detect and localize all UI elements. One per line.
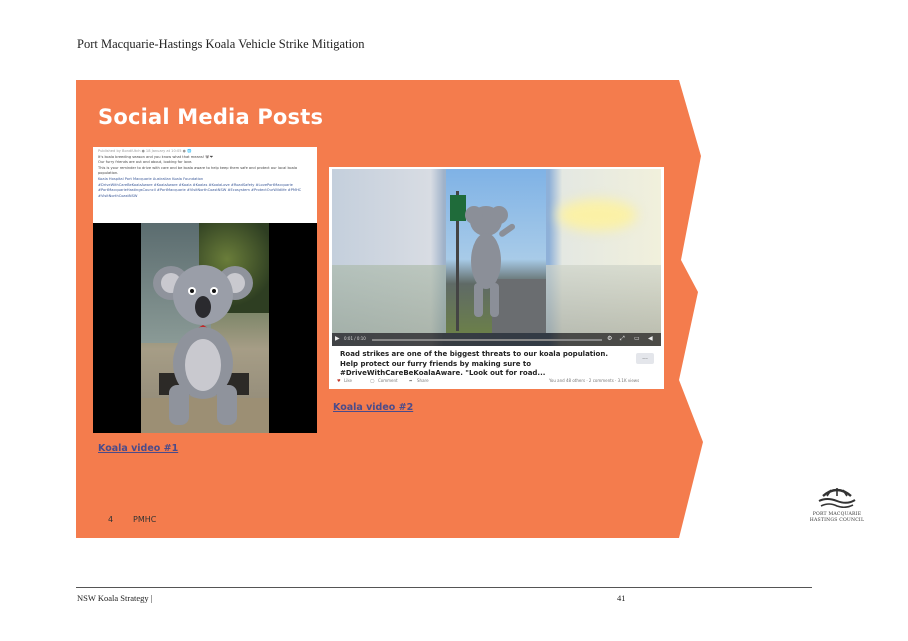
more-options-button[interactable]: ... bbox=[636, 353, 654, 364]
koala-video-player[interactable]: ▶ 0:01 / 0:10 ⚙ ⤢ ▭ ◀ bbox=[332, 169, 661, 346]
fullscreen-icon[interactable]: ⤢ bbox=[620, 335, 625, 343]
embedded-slide: Social Media Posts Published by BondiUtc… bbox=[76, 80, 706, 538]
comment-icon[interactable]: ◯ bbox=[370, 378, 374, 383]
post-1-hashtags[interactable]: #DriveWithCareBeKoalaAware #KoalaAware #… bbox=[98, 183, 312, 200]
koala-mascot-photo bbox=[141, 223, 269, 433]
council-logo-icon bbox=[818, 488, 856, 509]
share-icon[interactable]: ➦ bbox=[409, 378, 412, 383]
picture-in-picture-icon[interactable]: ▭ bbox=[634, 335, 640, 342]
video-controls[interactable]: ▶ 0:01 / 0:10 ⚙ ⤢ ▭ ◀ bbox=[332, 333, 661, 346]
slide-org-label: PMHC bbox=[133, 515, 157, 524]
document-header-title: Port Macquarie-Hastings Koala Vehicle St… bbox=[77, 37, 365, 51]
koala-video-1-link[interactable]: Koala video #1 bbox=[98, 443, 178, 454]
footer-page-number: 41 bbox=[617, 593, 626, 603]
koala-video-2-link[interactable]: Koala video #2 bbox=[333, 402, 413, 413]
facebook-post-1[interactable]: Published by BondiUtch ● 18 January at 1… bbox=[93, 147, 317, 433]
share-button[interactable]: Share bbox=[417, 378, 429, 383]
post-1-text: Published by BondiUtch ● 18 January at 1… bbox=[93, 147, 317, 223]
reaction-summary[interactable]: You and 48 others · 2 comments · 3.1K vi… bbox=[549, 378, 639, 383]
like-icon[interactable]: ♥ bbox=[337, 378, 341, 383]
post-2-caption: Road strikes are one of the biggest thre… bbox=[340, 350, 608, 377]
slide-number: 4 bbox=[108, 515, 114, 524]
koala-mascot-figure bbox=[153, 265, 253, 425]
koala-mascot-video-figure bbox=[450, 191, 516, 331]
slide-title: Social Media Posts bbox=[98, 105, 324, 129]
video-time: 0:01 / 0:10 bbox=[344, 336, 366, 341]
video-blur-highlight bbox=[557, 199, 637, 231]
post-2-actions: ♥ Like ◯ Comment ➦ Share You and 48 othe… bbox=[337, 376, 657, 385]
volume-icon[interactable]: ◀ bbox=[648, 335, 653, 342]
facebook-post-2[interactable]: ▶ 0:01 / 0:10 ⚙ ⤢ ▭ ◀ Road strikes are o… bbox=[329, 167, 664, 389]
footer-rule bbox=[76, 587, 812, 588]
post-1-line: This is your reminder to drive with care… bbox=[98, 165, 298, 176]
video-blur-left bbox=[332, 265, 446, 333]
video-blur-right bbox=[546, 265, 661, 333]
like-button[interactable]: Like bbox=[344, 378, 352, 383]
council-logo-line-1: PORT MACQUARIE bbox=[812, 512, 862, 517]
video-progress-bar[interactable] bbox=[372, 339, 602, 341]
footer-document-name: NSW Koala Strategy | bbox=[77, 593, 153, 603]
comment-button[interactable]: Comment bbox=[378, 378, 398, 383]
play-icon[interactable]: ▶ bbox=[335, 335, 340, 342]
council-logo: PORT MACQUARIE HASTINGS COUNCIL bbox=[805, 486, 869, 526]
settings-icon[interactable]: ⚙ bbox=[607, 335, 612, 342]
council-logo-line-2: HASTINGS COUNCIL bbox=[809, 517, 865, 523]
